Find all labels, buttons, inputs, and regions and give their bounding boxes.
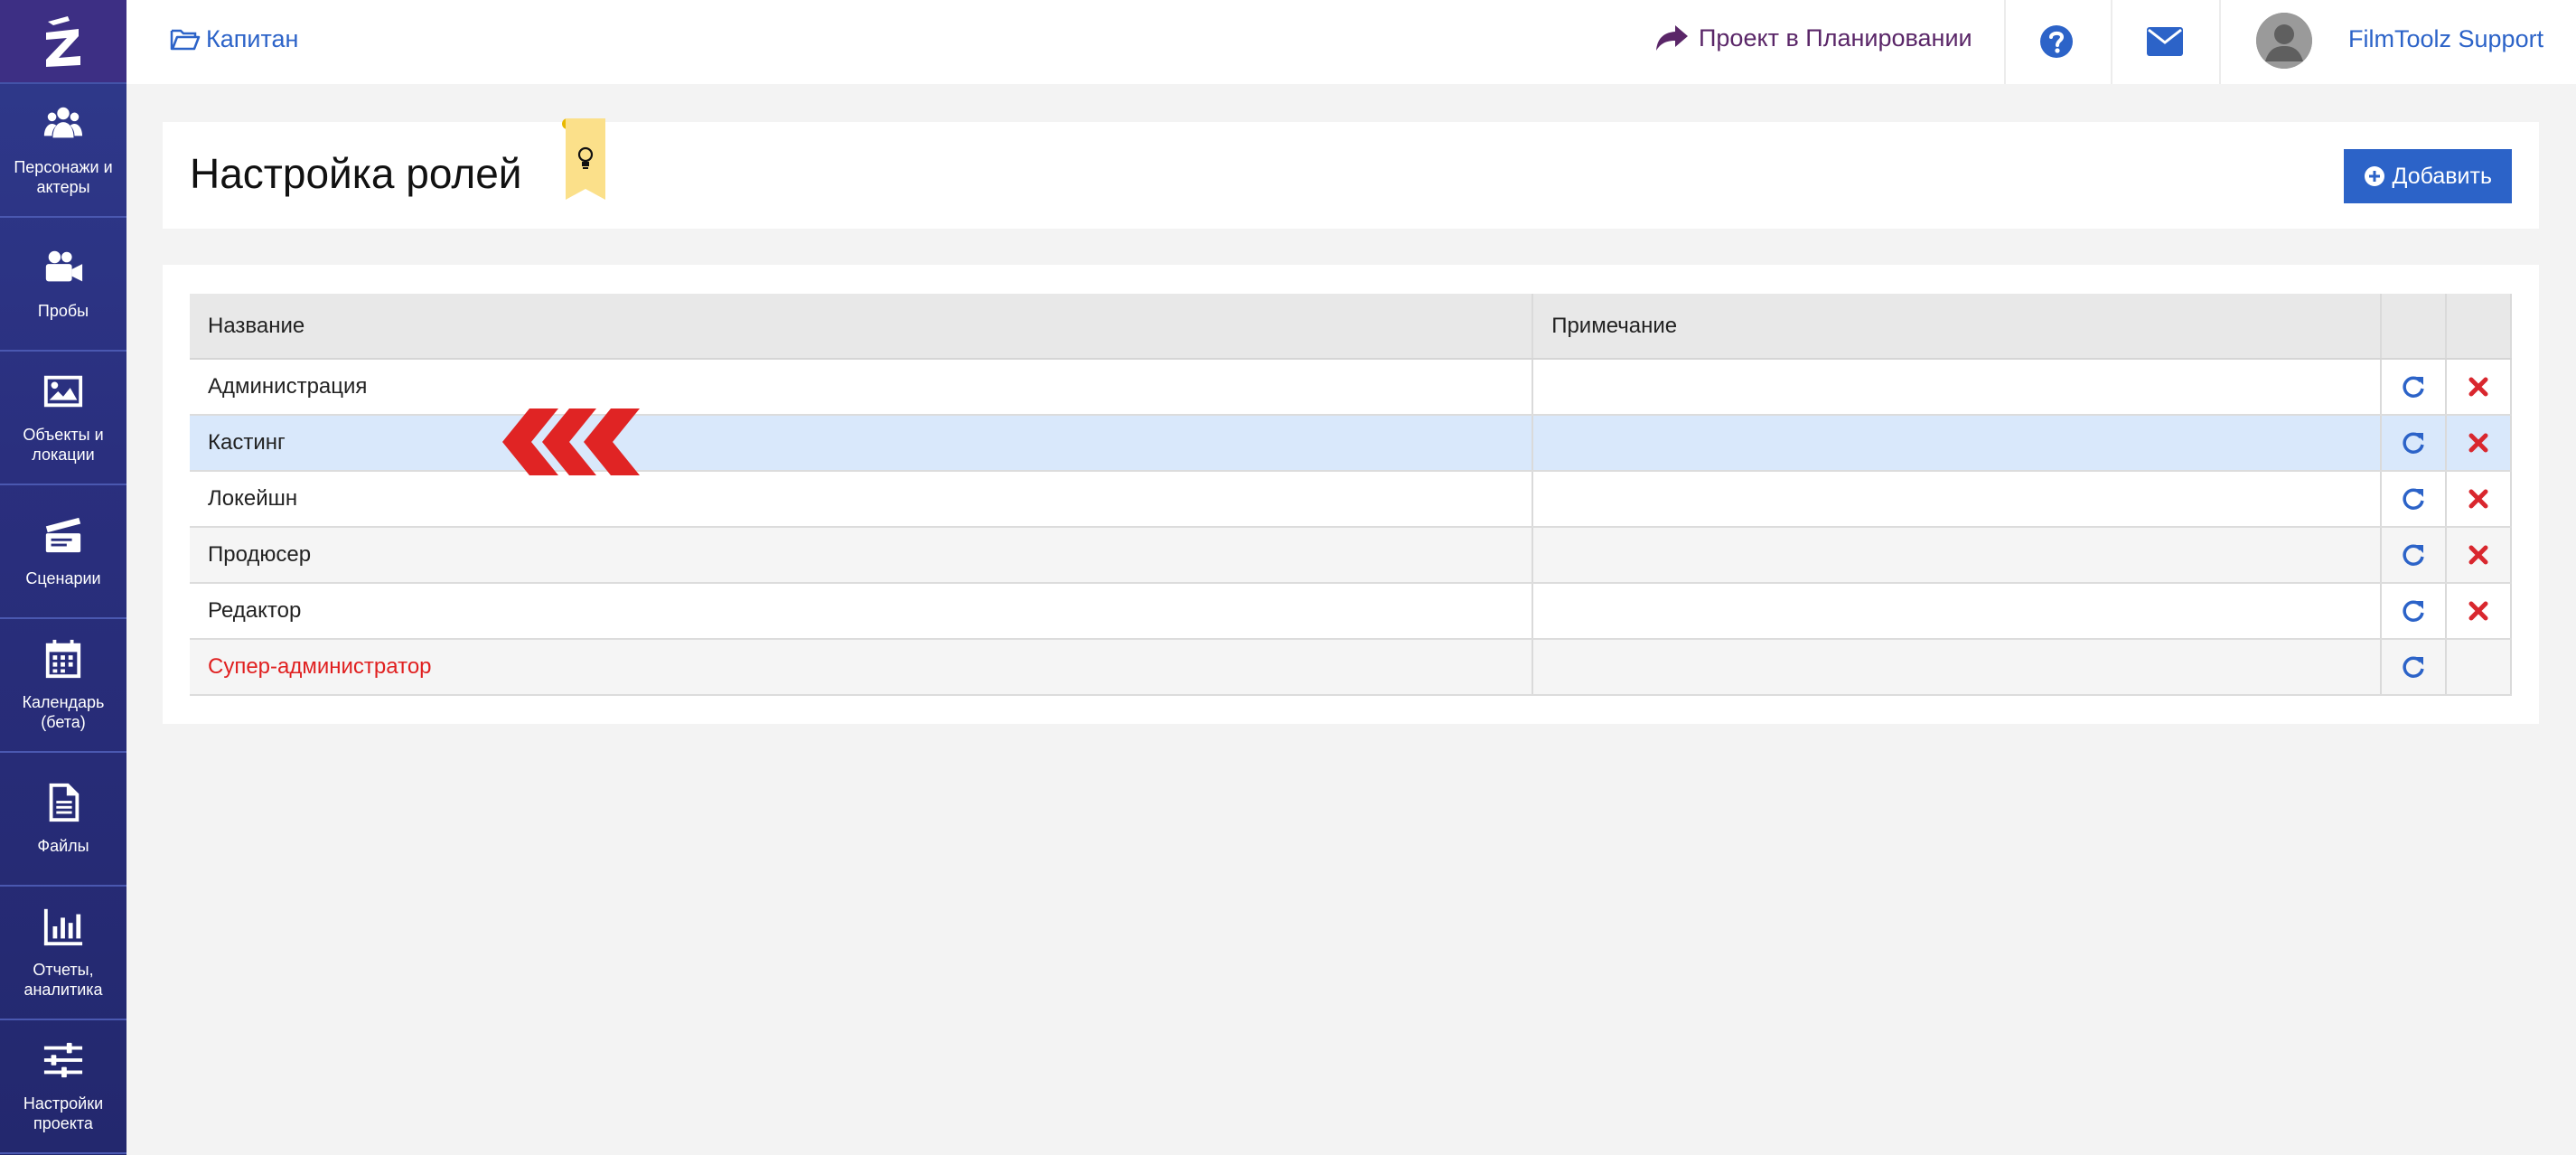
- roles-table-panel: Название Примечание Администрация Кастин…: [163, 265, 2539, 724]
- table-row[interactable]: Супер-администратор: [190, 639, 2512, 696]
- table-row[interactable]: Администрация: [190, 359, 2512, 416]
- role-note: [1532, 471, 2383, 528]
- delete-button[interactable]: [2446, 527, 2512, 584]
- image-icon: [43, 375, 83, 408]
- close-icon: [2468, 545, 2488, 565]
- refresh-icon: [2403, 656, 2424, 679]
- page-title: Настройка ролей: [190, 150, 522, 197]
- people-icon: [43, 107, 83, 138]
- close-icon: [2468, 433, 2488, 453]
- sidebar-item-label: Пробы: [37, 302, 89, 320]
- reset-button[interactable]: [2381, 415, 2448, 472]
- refresh-icon: [2403, 376, 2424, 399]
- topbar-divider: [2111, 0, 2112, 84]
- role-note: [1532, 583, 2383, 640]
- sidebar: Персонажи и актеры Пробы Объекты и локац…: [0, 0, 126, 1155]
- role-note: [1532, 639, 2383, 696]
- sidebar-item-label: Объекты и локации: [23, 426, 104, 464]
- plus-circle-icon: [2364, 166, 2384, 186]
- table-header-row: Название Примечание: [190, 294, 2512, 360]
- share-arrow-icon: [1656, 25, 1688, 51]
- close-icon: [2468, 601, 2488, 621]
- calendar-icon: [45, 639, 81, 679]
- envelope-icon: [2147, 27, 2183, 56]
- sidebar-item-label: Календарь (бета): [22, 693, 105, 731]
- close-icon: [2468, 377, 2488, 397]
- column-header-note[interactable]: Примечание: [1532, 294, 2383, 360]
- project-status-label: Проект в Планировании: [1699, 23, 1972, 52]
- table-row[interactable]: Редактор: [190, 583, 2512, 640]
- roles-table: Название Примечание Администрация Кастин…: [190, 294, 2512, 696]
- bar-chart-icon: [43, 908, 83, 946]
- reset-button[interactable]: [2381, 471, 2448, 528]
- avatar[interactable]: [2256, 13, 2312, 69]
- refresh-icon: [2403, 432, 2424, 455]
- sidebar-item-calendar[interactable]: Календарь (бета): [0, 619, 126, 753]
- sidebar-item-settings[interactable]: Настройки проекта: [0, 1020, 126, 1154]
- delete-cell-empty: [2446, 639, 2512, 696]
- folder-open-icon: [170, 29, 201, 50]
- sidebar-item-locations[interactable]: Объекты и локации: [0, 352, 126, 485]
- role-note: [1532, 359, 2383, 416]
- clapperboard-icon: [45, 517, 81, 553]
- add-button-label: Добавить: [2392, 163, 2493, 189]
- sidebar-item-label: Сценарии: [25, 569, 101, 587]
- topbar-divider: [2004, 0, 2006, 84]
- role-note: [1532, 415, 2383, 472]
- refresh-icon: [2403, 544, 2424, 567]
- reset-button[interactable]: [2381, 527, 2448, 584]
- column-header-name[interactable]: Название: [190, 294, 1534, 360]
- sidebar-item-auditions[interactable]: Пробы: [0, 218, 126, 352]
- delete-button[interactable]: [2446, 583, 2512, 640]
- project-status-link[interactable]: Проект в Планировании: [1653, 23, 1972, 52]
- role-note: [1532, 527, 2383, 584]
- role-name[interactable]: Администрация: [190, 359, 1534, 416]
- role-name[interactable]: Локейшн: [190, 471, 1534, 528]
- file-icon: [49, 783, 80, 822]
- column-header-delete: [2446, 294, 2512, 360]
- role-name[interactable]: Редактор: [190, 583, 1534, 640]
- breadcrumb-label: Капитан: [206, 25, 299, 52]
- role-name[interactable]: Супер-администратор: [190, 639, 1534, 696]
- filmtoolz-logo-icon: [46, 15, 80, 67]
- page-header: Настройка ролей Добавить: [163, 118, 2539, 229]
- table-row[interactable]: Локейшн: [190, 471, 2512, 528]
- close-icon: [2468, 489, 2488, 509]
- refresh-icon: [2403, 488, 2424, 511]
- pointer-chevrons-icon: [502, 408, 640, 475]
- messages-button[interactable]: [2147, 27, 2183, 61]
- sidebar-item-scripts[interactable]: Сценарии: [0, 485, 126, 619]
- reset-button[interactable]: [2381, 583, 2448, 640]
- tips-bookmark-icon[interactable]: [560, 117, 607, 203]
- video-camera-icon: [45, 250, 83, 282]
- sliders-icon: [43, 1042, 83, 1078]
- delete-button[interactable]: [2446, 471, 2512, 528]
- breadcrumb-project[interactable]: Капитан: [170, 25, 298, 53]
- username[interactable]: FilmToolz Support: [2348, 25, 2543, 53]
- sidebar-item-label: Файлы: [37, 837, 89, 855]
- sidebar-item-characters[interactable]: Персонажи и актеры: [0, 84, 126, 218]
- top-bar: Капитан Проект в Планировании FilmToolz …: [126, 0, 2576, 84]
- sidebar-item-reports[interactable]: Отчеты, аналитика: [0, 887, 126, 1020]
- sidebar-item-label: Настройки проекта: [23, 1094, 104, 1132]
- sidebar-item-label: Персонажи и актеры: [14, 158, 113, 196]
- refresh-icon: [2403, 600, 2424, 623]
- logo[interactable]: [0, 0, 126, 84]
- question-circle-icon: [2040, 25, 2073, 58]
- add-role-button[interactable]: Добавить: [2343, 149, 2512, 203]
- user-avatar-icon: [2256, 13, 2312, 69]
- sidebar-item-files[interactable]: Файлы: [0, 753, 126, 887]
- role-name[interactable]: Продюсер: [190, 527, 1534, 584]
- delete-button[interactable]: [2446, 415, 2512, 472]
- sidebar-item-label: Отчеты, аналитика: [23, 961, 103, 999]
- column-header-edit: [2381, 294, 2448, 360]
- help-button[interactable]: [2038, 23, 2075, 64]
- delete-button[interactable]: [2446, 359, 2512, 416]
- reset-button[interactable]: [2381, 639, 2448, 696]
- table-row[interactable]: Продюсер: [190, 527, 2512, 584]
- role-name[interactable]: Кастинг: [190, 415, 1534, 472]
- reset-button[interactable]: [2381, 359, 2448, 416]
- topbar-divider: [2219, 0, 2221, 84]
